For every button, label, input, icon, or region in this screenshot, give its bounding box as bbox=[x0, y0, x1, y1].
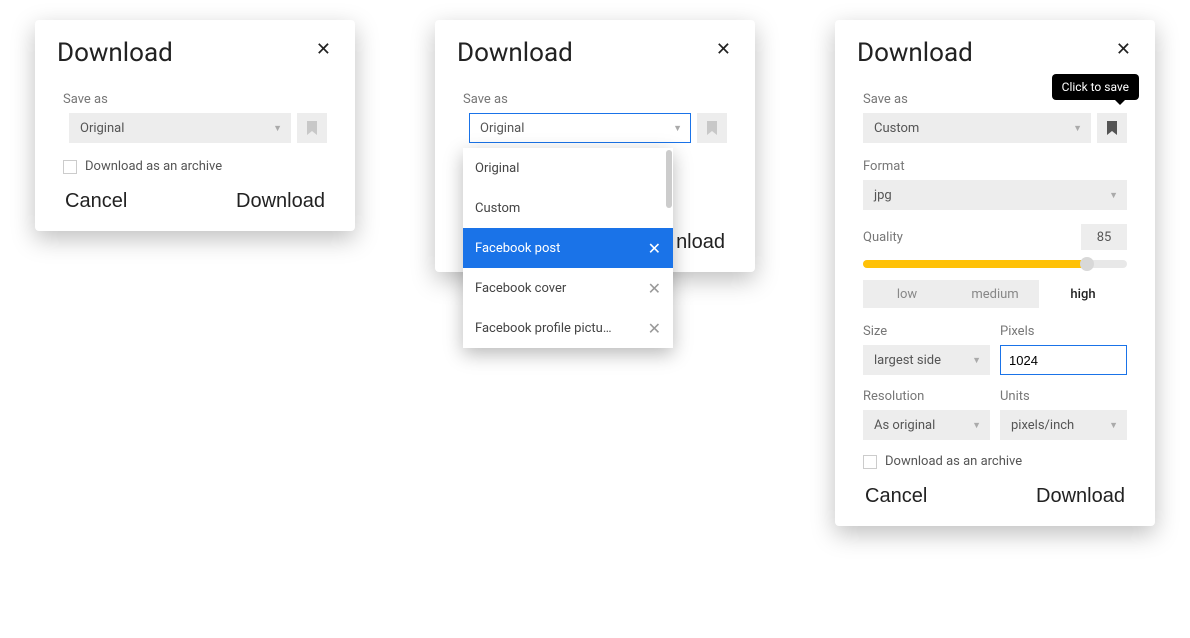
bookmark-icon bbox=[1107, 121, 1117, 135]
download-button[interactable]: Download bbox=[1036, 485, 1125, 508]
size-value: largest side bbox=[874, 353, 941, 368]
bookmark-icon bbox=[707, 121, 717, 135]
chevron-down-icon: ▼ bbox=[1109, 420, 1118, 431]
download-dialog-dropdown: Download ✕ Save as Original ▼ Original C… bbox=[435, 20, 755, 272]
option-label: Facebook post bbox=[475, 241, 560, 256]
option-label: Facebook profile pictu… bbox=[475, 321, 612, 336]
remove-preset-icon[interactable]: ✕ bbox=[648, 239, 661, 258]
format-label: Format bbox=[863, 159, 1127, 174]
option-label: Facebook cover bbox=[475, 281, 566, 296]
save-as-select[interactable]: Original ▼ bbox=[469, 113, 691, 143]
download-dialog-simple: Download ✕ Save as Original ▼ Download a… bbox=[35, 20, 355, 231]
chevron-down-icon: ▼ bbox=[1073, 123, 1082, 134]
dialog-title: Download bbox=[57, 38, 173, 68]
archive-label: Download as an archive bbox=[85, 159, 222, 174]
format-value: jpg bbox=[874, 188, 892, 203]
close-icon[interactable]: ✕ bbox=[314, 38, 333, 60]
size-select[interactable]: largest side ▼ bbox=[863, 345, 990, 375]
save-preset-button[interactable] bbox=[297, 113, 327, 143]
chevron-down-icon: ▼ bbox=[972, 355, 981, 366]
units-value: pixels/inch bbox=[1011, 418, 1074, 433]
units-label: Units bbox=[1000, 389, 1127, 404]
save-as-value: Original bbox=[480, 121, 524, 136]
dropdown-item-facebook-cover[interactable]: Facebook cover ✕ bbox=[463, 268, 673, 308]
chevron-down-icon: ▼ bbox=[273, 123, 282, 134]
quality-preset-high[interactable]: high bbox=[1039, 280, 1127, 308]
resolution-value: As original bbox=[874, 418, 935, 433]
resolution-select[interactable]: As original ▼ bbox=[863, 410, 990, 440]
format-select[interactable]: jpg ▼ bbox=[863, 180, 1127, 210]
archive-label: Download as an archive bbox=[885, 454, 1022, 469]
download-button[interactable]: Download bbox=[236, 190, 325, 213]
remove-preset-icon[interactable]: ✕ bbox=[648, 279, 661, 298]
dialog-title: Download bbox=[457, 38, 573, 68]
chevron-down-icon: ▼ bbox=[972, 420, 981, 431]
save-preset-tooltip: Click to save bbox=[1052, 74, 1139, 100]
close-icon[interactable]: ✕ bbox=[1114, 38, 1133, 60]
quality-value[interactable]: 85 bbox=[1081, 224, 1127, 250]
quality-preset-low[interactable]: low bbox=[863, 280, 951, 308]
download-button[interactable]: nload bbox=[676, 231, 725, 254]
save-as-label: Save as bbox=[463, 92, 727, 107]
units-select[interactable]: pixels/inch ▼ bbox=[1000, 410, 1127, 440]
dropdown-item-custom[interactable]: Custom bbox=[463, 188, 673, 228]
remove-preset-icon[interactable]: ✕ bbox=[648, 319, 661, 338]
save-as-label: Save as bbox=[63, 92, 327, 107]
option-label: Original bbox=[475, 161, 519, 176]
quality-preset-medium[interactable]: medium bbox=[951, 280, 1039, 308]
resolution-label: Resolution bbox=[863, 389, 990, 404]
download-dialog-custom: Download ✕ Click to save Save as Custom … bbox=[835, 20, 1155, 526]
archive-checkbox[interactable] bbox=[863, 455, 877, 469]
save-preset-button[interactable] bbox=[697, 113, 727, 143]
save-preset-button[interactable] bbox=[1097, 113, 1127, 143]
dropdown-item-facebook-profile[interactable]: Facebook profile pictu… ✕ bbox=[463, 308, 673, 348]
pixels-input[interactable] bbox=[1000, 345, 1127, 375]
bookmark-icon bbox=[307, 121, 317, 135]
pixels-label: Pixels bbox=[1000, 324, 1127, 339]
archive-checkbox[interactable] bbox=[63, 160, 77, 174]
save-as-select[interactable]: Custom ▼ bbox=[863, 113, 1091, 143]
save-as-value: Custom bbox=[874, 121, 919, 136]
save-as-dropdown: Original Custom Facebook post ✕ Facebook… bbox=[463, 148, 673, 348]
close-icon[interactable]: ✕ bbox=[714, 38, 733, 60]
chevron-down-icon: ▼ bbox=[1109, 190, 1118, 201]
dropdown-item-original[interactable]: Original bbox=[463, 148, 673, 188]
quality-slider[interactable] bbox=[863, 260, 1127, 268]
slider-thumb[interactable] bbox=[1080, 257, 1094, 271]
slider-fill bbox=[863, 260, 1087, 268]
quality-label: Quality bbox=[863, 230, 903, 245]
cancel-button[interactable]: Cancel bbox=[865, 485, 927, 508]
option-label: Custom bbox=[475, 201, 520, 216]
dialog-title: Download bbox=[857, 38, 973, 68]
save-as-select[interactable]: Original ▼ bbox=[69, 113, 291, 143]
chevron-down-icon: ▼ bbox=[673, 123, 682, 134]
save-as-value: Original bbox=[80, 121, 124, 136]
dropdown-item-facebook-post[interactable]: Facebook post ✕ bbox=[463, 228, 673, 268]
cancel-button[interactable]: Cancel bbox=[65, 190, 127, 213]
size-label: Size bbox=[863, 324, 990, 339]
